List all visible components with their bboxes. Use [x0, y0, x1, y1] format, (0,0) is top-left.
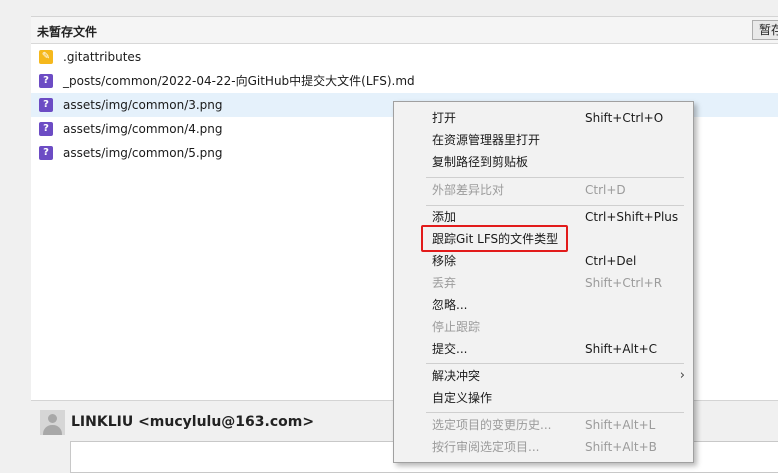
menu-shortcut: Ctrl+D: [585, 183, 626, 197]
menu-label: 在资源管理器里打开: [432, 133, 541, 147]
left-panel-strip: [0, 0, 32, 468]
menu-label: 外部差异比对: [432, 183, 505, 197]
menu-label: 自定义操作: [432, 391, 493, 405]
menu-shortcut: Ctrl+Del: [585, 254, 637, 268]
question-icon: ?: [39, 146, 53, 160]
menu-label: 忽略...: [432, 298, 468, 312]
menu-shortcut: Shift+Ctrl+R: [585, 276, 663, 290]
menu-separator: [426, 412, 684, 413]
unstaged-files-header: 未暂存文件 暂存: [31, 17, 778, 44]
menu-separator: [426, 363, 684, 364]
menu-label: 选定项目的变更历史...: [432, 418, 552, 432]
menu-item-ignore[interactable]: 忽略...: [394, 294, 693, 316]
menu-label: 提交...: [432, 342, 468, 356]
menu-label: 停止跟踪: [432, 320, 481, 334]
unstaged-files-title: 未暂存文件: [37, 25, 98, 39]
menu-item-open[interactable]: 打开 Shift+Ctrl+O: [394, 107, 693, 129]
menu-label: 丢弃: [432, 276, 457, 290]
file-row[interactable]: ? _posts/common/2022-04-22-向GitHub中提交大文件…: [31, 69, 778, 93]
avatar: [40, 410, 65, 435]
file-name: assets/img/common/4.png: [63, 122, 223, 136]
pencil-icon: ✎: [39, 50, 53, 64]
menu-item-commit[interactable]: 提交... Shift+Alt+C: [394, 338, 693, 360]
menu-item-discard: 丢弃 Shift+Ctrl+R: [394, 272, 693, 294]
menu-separator: [426, 177, 684, 178]
file-name: assets/img/common/3.png: [63, 98, 223, 112]
file-name: _posts/common/2022-04-22-向GitHub中提交大文件(L…: [63, 74, 415, 88]
file-row[interactable]: ✎ .gitattributes: [31, 45, 778, 69]
menu-item-annotate: 按行审阅选定项目... Shift+Alt+B: [394, 436, 693, 458]
menu-item-history: 选定项目的变更历史... Shift+Alt+L: [394, 414, 693, 436]
annotation-highlight-box: [421, 225, 568, 252]
menu-item-custom-action[interactable]: 自定义操作: [394, 387, 693, 409]
file-context-menu: 打开 Shift+Ctrl+O 在资源管理器里打开 复制路径到剪贴板 外部差异比…: [393, 101, 694, 463]
commit-author: LINKLIU <mucylulu@163.com>: [71, 414, 315, 430]
menu-label: 移除: [432, 254, 457, 268]
chevron-right-icon: ›: [679, 368, 685, 383]
menu-label: 复制路径到剪贴板: [432, 155, 529, 169]
menu-item-remove[interactable]: 移除 Ctrl+Del: [394, 250, 693, 272]
menu-item-copy-path[interactable]: 复制路径到剪贴板: [394, 151, 693, 173]
menu-item-stop-tracking: 停止跟踪: [394, 316, 693, 338]
question-icon: ?: [39, 98, 53, 112]
menu-item-resolve-conflict[interactable]: 解决冲突 ›: [394, 365, 693, 387]
menu-label: 解决冲突: [432, 369, 481, 383]
file-name: .gitattributes: [63, 50, 142, 64]
menu-shortcut: Shift+Alt+C: [585, 342, 658, 356]
question-icon: ?: [39, 122, 53, 136]
menu-item-open-in-explorer[interactable]: 在资源管理器里打开: [394, 129, 693, 151]
menu-shortcut: Shift+Ctrl+O: [585, 111, 664, 125]
question-icon: ?: [39, 74, 53, 88]
menu-shortcut: Shift+Alt+B: [585, 440, 657, 454]
menu-shortcut: Shift+Alt+L: [585, 418, 656, 432]
menu-shortcut: Ctrl+Shift+Plus: [585, 210, 679, 224]
stage-button[interactable]: 暂存: [751, 20, 778, 40]
menu-label: 打开: [432, 111, 457, 125]
file-name: assets/img/common/5.png: [63, 146, 223, 160]
top-gap: [31, 0, 778, 17]
menu-label: 按行审阅选定项目...: [432, 440, 540, 454]
menu-item-external-diff: 外部差异比对 Ctrl+D: [394, 179, 693, 201]
